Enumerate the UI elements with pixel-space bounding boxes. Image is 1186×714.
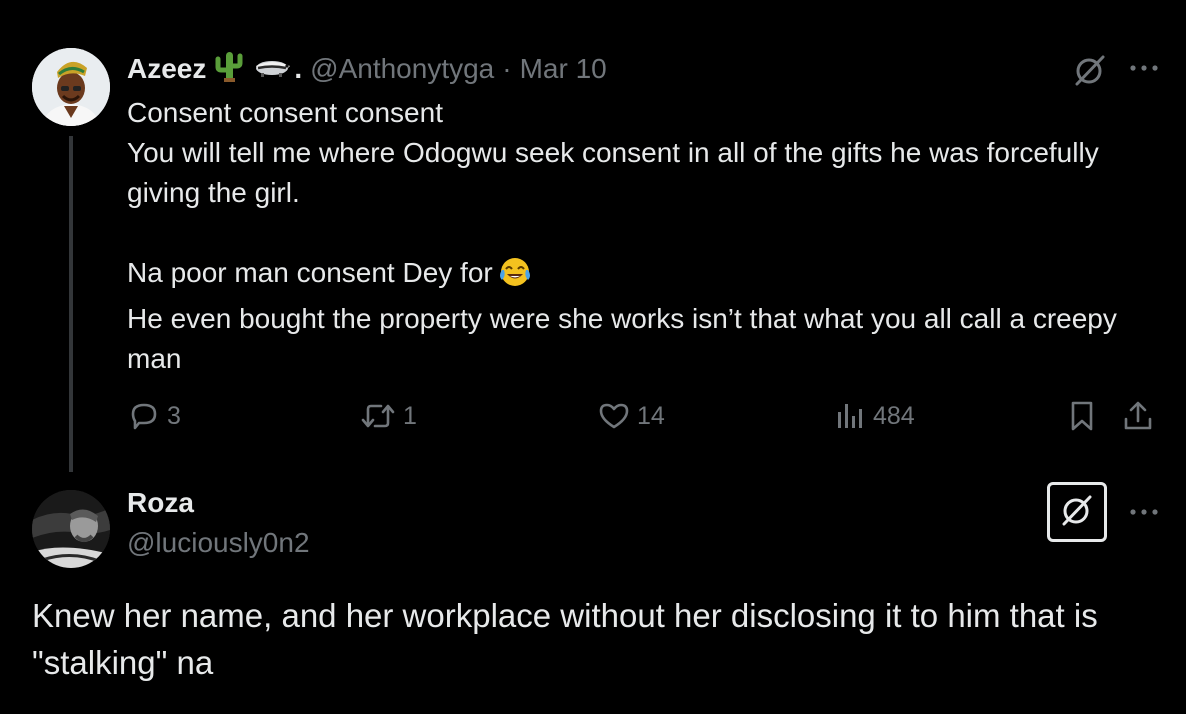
grok-icon xyxy=(1059,492,1095,533)
reply-button[interactable]: 3 xyxy=(127,394,181,438)
tweet-text: Knew her name, and her workplace without… xyxy=(32,597,1098,681)
more-options-icon[interactable] xyxy=(1127,58,1161,78)
analytics-icon xyxy=(833,399,867,433)
share-button[interactable] xyxy=(1121,394,1155,438)
name-suffix: . xyxy=(294,53,303,84)
grok-icon[interactable] xyxy=(1073,53,1107,87)
tweet-text: Consent consent consent You will tell me… xyxy=(127,93,1157,379)
retweet-button[interactable]: 1 xyxy=(359,394,417,438)
header-separator: · xyxy=(502,53,512,84)
share-icon xyxy=(1121,399,1155,433)
bookmark-button[interactable] xyxy=(1067,394,1097,438)
more-options-icon[interactable] xyxy=(1127,502,1161,522)
grok-button[interactable] xyxy=(1047,482,1107,542)
tears-of-joy-icon xyxy=(499,256,531,299)
author-handle[interactable]: @Anthonytyga xyxy=(310,53,494,85)
badger-icon xyxy=(252,53,292,85)
author-handle[interactable]: @luciously0n2 xyxy=(127,524,310,562)
tweet-actions: 3 1 14 484 xyxy=(127,394,1167,438)
tweet-line-text: Na poor man consent Dey for xyxy=(127,257,493,288)
tweet-line: Na poor man consent Dey for xyxy=(127,253,1157,299)
author-name[interactable]: Azeez xyxy=(127,53,206,85)
reply-icon xyxy=(127,399,161,433)
heart-icon xyxy=(597,399,631,433)
tweet-date[interactable]: Mar 10 xyxy=(520,53,607,85)
tweet-line: Consent consent consent xyxy=(127,97,443,128)
retweet-icon xyxy=(359,399,397,433)
author-avatar[interactable] xyxy=(32,490,110,568)
retweet-count: 1 xyxy=(403,401,417,430)
like-button[interactable]: 14 xyxy=(597,394,665,438)
like-count: 14 xyxy=(637,401,665,430)
tweet-header: Azeez . @Anthonytyga · Mar 10 xyxy=(127,50,607,88)
author-name[interactable]: Roza xyxy=(127,484,194,522)
views-button[interactable]: 484 xyxy=(833,394,915,438)
thread-connector xyxy=(69,136,73,472)
view-count: 484 xyxy=(873,401,915,430)
bookmark-icon xyxy=(1067,399,1097,433)
tweet-thread: Azeez . @Anthonytyga · Mar 10 Consent co… xyxy=(0,0,1186,714)
tweet-line: He even bought the property were she wor… xyxy=(127,303,1117,374)
reply-count: 3 xyxy=(167,401,181,430)
author-avatar[interactable] xyxy=(32,48,110,126)
cactus-icon xyxy=(214,50,244,89)
tweet-line: You will tell me where Odogwu seek conse… xyxy=(127,137,1099,208)
